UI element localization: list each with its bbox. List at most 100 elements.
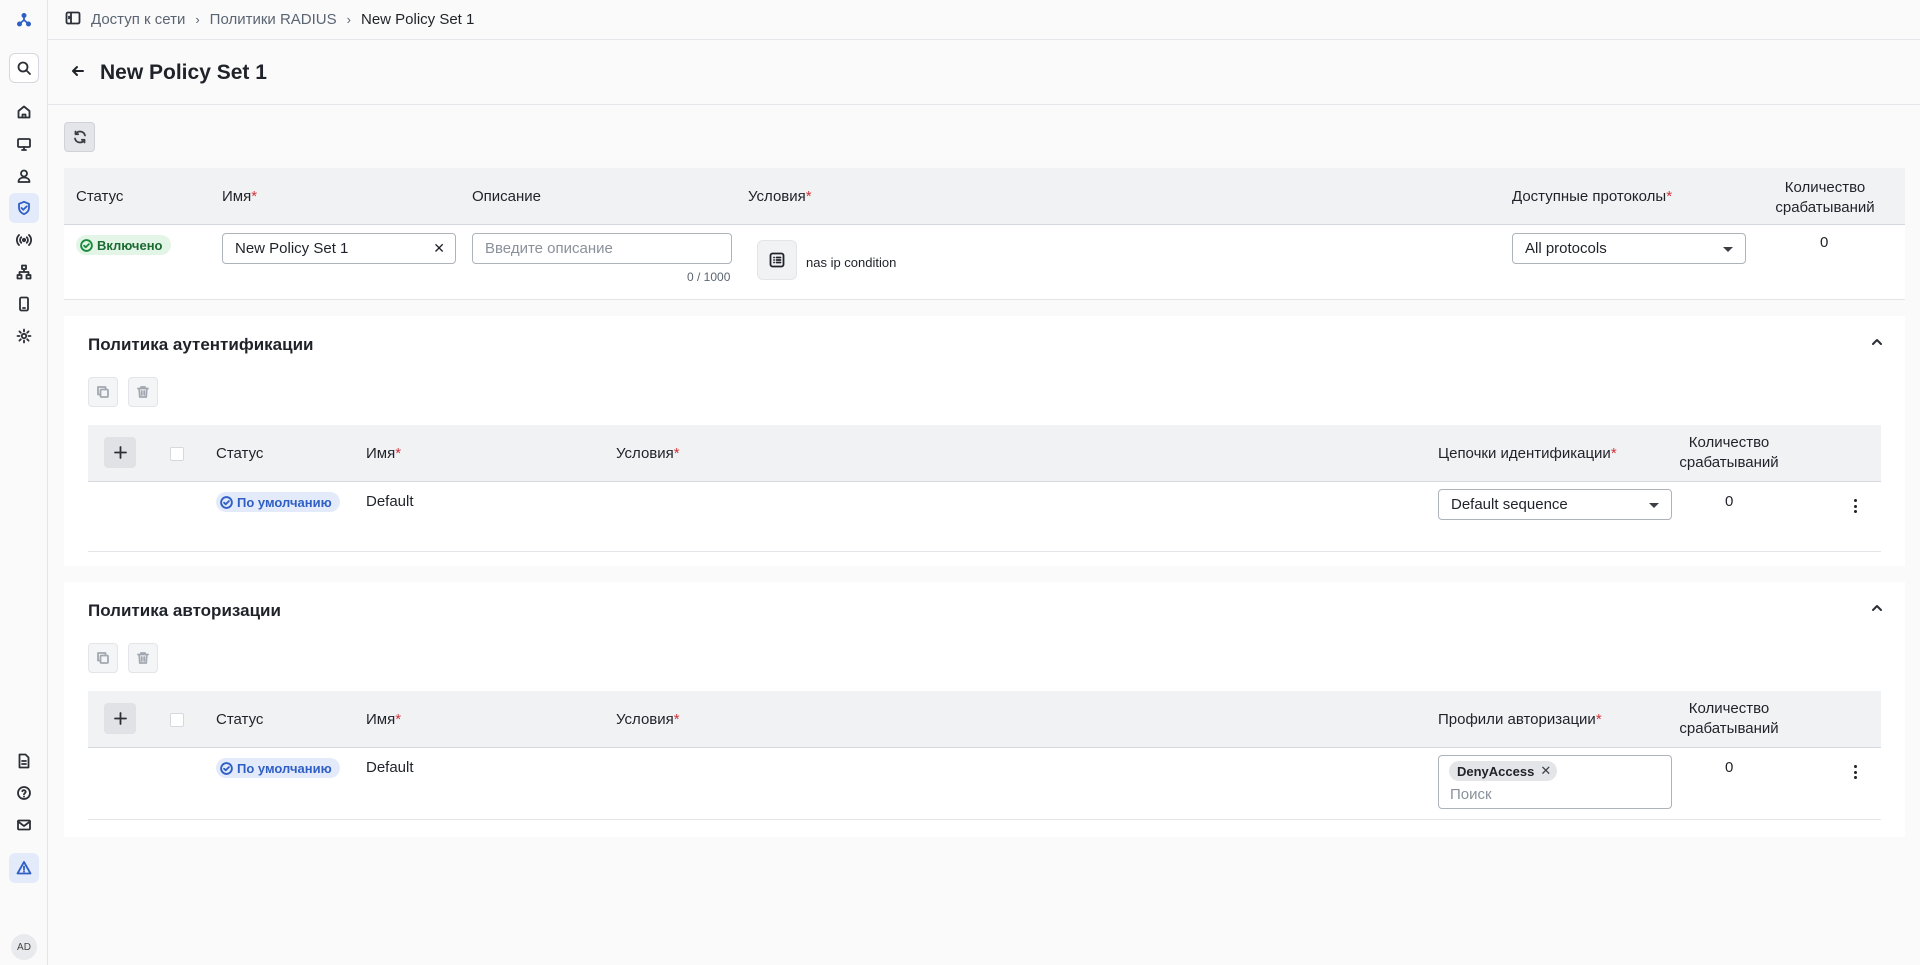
column-hits: Количество срабатываний <box>1764 178 1886 218</box>
app-logo-icon[interactable] <box>9 5 39 35</box>
column-status: Статус <box>216 445 264 462</box>
shield-icon[interactable] <box>9 193 39 223</box>
hits-count: 0 <box>1725 759 1734 776</box>
sequence-select-value: Default sequence <box>1451 496 1568 513</box>
copy-button[interactable] <box>88 377 118 407</box>
condition-text[interactable]: nas ip condition <box>806 255 896 270</box>
breadcrumb-network-access[interactable]: Доступ к сети <box>91 11 185 28</box>
avatar[interactable]: AD <box>11 934 37 960</box>
protocols-select-value: All protocols <box>1525 240 1607 257</box>
sidebar-toggle-icon[interactable] <box>65 10 81 30</box>
trash-icon <box>137 386 149 398</box>
copy-button[interactable] <box>88 643 118 673</box>
check-circle-icon <box>220 495 233 509</box>
profiles-search-input[interactable]: Поиск <box>1450 786 1492 803</box>
required-mark: * <box>395 711 402 728</box>
add-rule-button[interactable] <box>104 703 136 734</box>
description-input[interactable]: Введите описание <box>472 233 732 264</box>
page-title: New Policy Set 1 <box>100 60 267 84</box>
back-arrow-icon[interactable] <box>70 63 86 83</box>
select-all-checkbox[interactable] <box>170 447 184 461</box>
plus-icon <box>113 712 127 725</box>
column-description: Описание <box>472 188 542 205</box>
required-mark: * <box>1595 711 1602 728</box>
profiles-multiselect[interactable]: DenyAccess ✕ Поиск <box>1438 755 1672 809</box>
column-profiles-label: Профили авторизации <box>1438 711 1596 728</box>
breadcrumb: Доступ к сети › Политики RADIUS › New Po… <box>48 0 1920 40</box>
monitor-icon[interactable] <box>9 129 39 159</box>
delete-button[interactable] <box>128 643 158 673</box>
select-all-checkbox[interactable] <box>170 713 184 727</box>
column-sequence-label: Цепочки идентификации <box>1438 445 1611 462</box>
sequence-select[interactable]: Default sequence <box>1438 489 1672 520</box>
add-rule-button[interactable] <box>104 437 136 468</box>
list-icon <box>769 252 785 268</box>
authentication-policy-section: Политика аутентификации Статус Имя* Усло… <box>64 316 1905 566</box>
column-conditions-label: Условия <box>616 711 674 728</box>
chevron-up-icon[interactable] <box>1869 600 1885 620</box>
column-protocols-label: Доступные протоколы <box>1512 188 1667 205</box>
table-row[interactable]: По умолчанию Default Default sequence 0 <box>88 482 1881 552</box>
description-counter: 0 / 1000 <box>687 270 731 284</box>
help-icon[interactable] <box>9 778 39 808</box>
check-circle-icon <box>220 761 233 775</box>
search-icon[interactable] <box>9 53 39 83</box>
column-hits: Количество срабатываний <box>1668 433 1790 473</box>
device-icon[interactable] <box>9 289 39 319</box>
chevron-right-icon: › <box>346 12 351 27</box>
breadcrumb-radius-policies[interactable]: Политики RADIUS <box>210 11 337 28</box>
gear-icon[interactable] <box>9 321 39 351</box>
trash-icon <box>137 652 149 664</box>
wireless-icon[interactable] <box>9 225 39 255</box>
mail-icon[interactable] <box>9 810 39 840</box>
column-conditions-label: Условия <box>748 188 806 205</box>
column-name: Имя* <box>366 711 401 728</box>
remove-chip-icon[interactable]: ✕ <box>1540 763 1551 779</box>
column-conditions: Условия* <box>616 445 680 462</box>
required-mark: * <box>395 445 402 462</box>
column-status: Статус <box>216 711 264 728</box>
profile-chip-label: DenyAccess <box>1457 763 1535 779</box>
refresh-button[interactable] <box>64 122 95 152</box>
profile-chip: DenyAccess ✕ <box>1449 761 1558 781</box>
sidebar: AD <box>0 0 48 965</box>
status-badge-label: По умолчанию <box>237 494 332 510</box>
delete-button[interactable] <box>128 377 158 407</box>
table-row[interactable]: По умолчанию Default DenyAccess ✕ Поиск … <box>88 748 1881 820</box>
column-conditions: Условия* <box>616 711 680 728</box>
chevron-up-icon[interactable] <box>1869 334 1885 354</box>
required-mark: * <box>251 188 258 205</box>
network-tree-icon[interactable] <box>9 257 39 287</box>
home-icon[interactable] <box>9 97 39 127</box>
user-icon[interactable] <box>9 161 39 191</box>
more-actions-icon[interactable] <box>1853 499 1857 513</box>
clear-icon[interactable]: ✕ <box>433 240 445 257</box>
required-mark: * <box>1610 445 1617 462</box>
hits-count: 0 <box>1820 234 1829 251</box>
column-name: Имя* <box>222 188 257 205</box>
column-name-label: Имя <box>366 445 396 462</box>
column-hits-line1: Количество <box>1688 700 1770 717</box>
column-hits-line2: срабатываний <box>1775 199 1875 216</box>
column-name-label: Имя <box>222 188 252 205</box>
authorization-policy-section: Политика авторизации Статус Имя* Условия… <box>64 582 1905 837</box>
policy-set-row: Включено New Policy Set 1 ✕ Введите опис… <box>64 225 1905 300</box>
more-actions-icon[interactable] <box>1853 765 1857 779</box>
check-circle-icon <box>80 238 93 252</box>
column-hits-line2: срабатываний <box>1679 720 1779 737</box>
protocols-select[interactable]: All protocols <box>1512 233 1746 264</box>
rule-name: Default <box>366 493 414 510</box>
chevron-right-icon: › <box>195 12 200 27</box>
refresh-icon <box>73 130 86 144</box>
page-header: New Policy Set 1 <box>48 41 1920 105</box>
conditions-editor-button[interactable] <box>757 240 797 280</box>
document-icon[interactable] <box>9 746 39 776</box>
required-mark: * <box>805 188 812 205</box>
required-mark: * <box>673 445 680 462</box>
warning-icon[interactable] <box>9 853 39 883</box>
status-badge-label: По умолчанию <box>237 760 332 776</box>
column-name-label: Имя <box>366 711 396 728</box>
name-input[interactable]: New Policy Set 1 ✕ <box>222 233 456 264</box>
authentication-table: Статус Имя* Условия* Цепочки идентификац… <box>88 425 1881 552</box>
rule-name: Default <box>366 759 414 776</box>
